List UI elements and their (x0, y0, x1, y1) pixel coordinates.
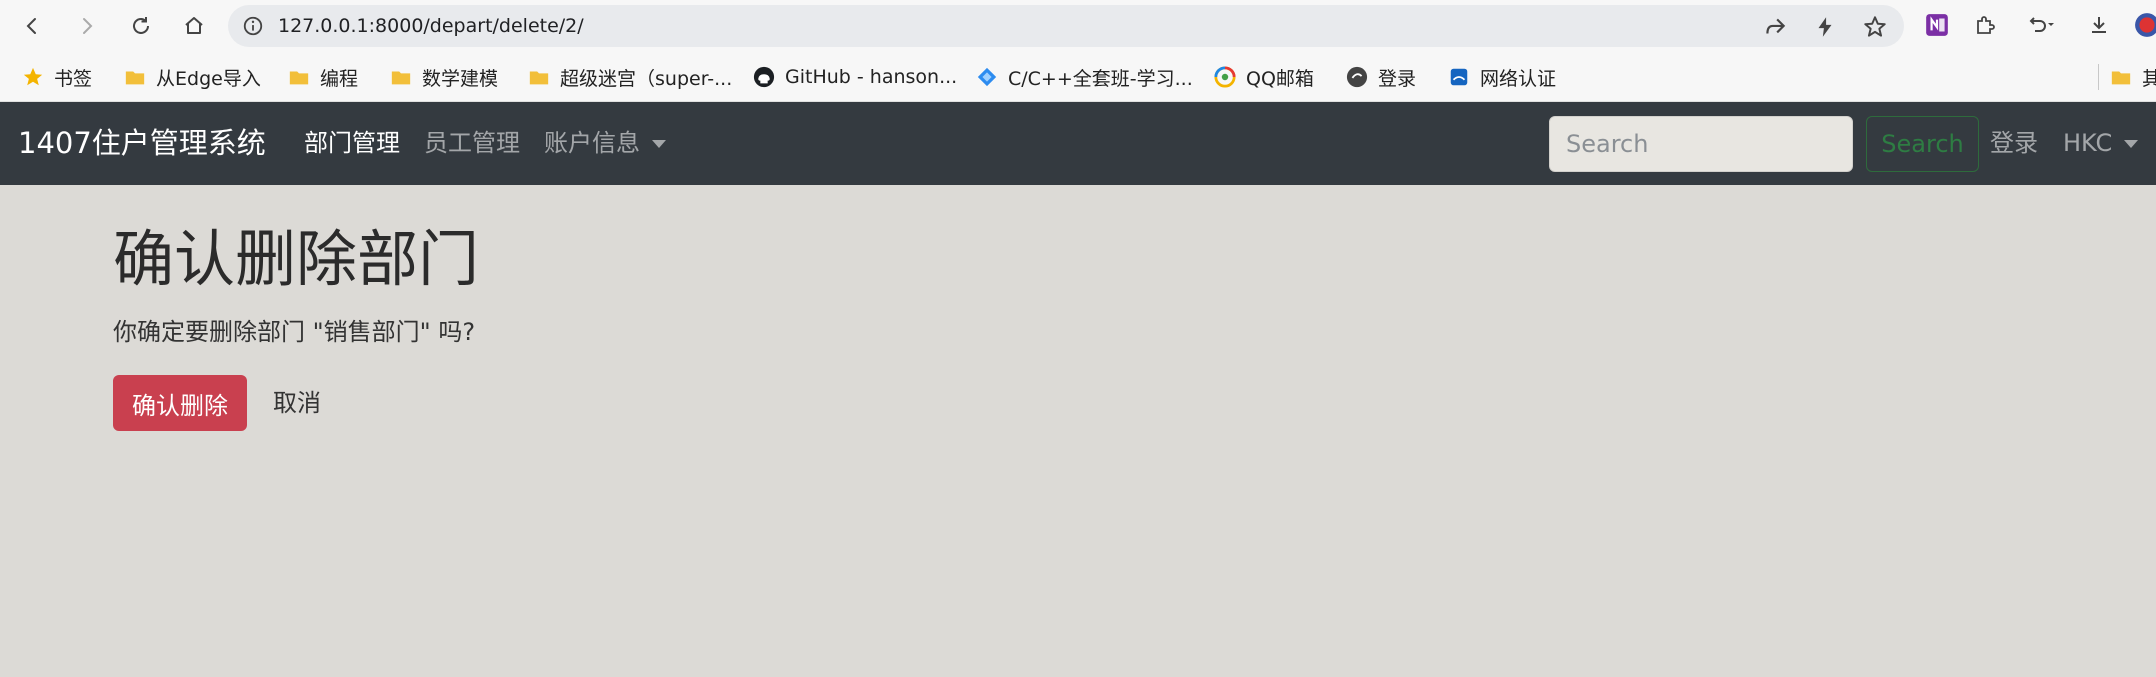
reload-icon (133, 17, 149, 34)
bookmark-label: 登录 (1378, 67, 1417, 90)
confirm-message: 你确定要删除部门 "销售部门" 吗? (113, 318, 476, 346)
home-button[interactable] (177, 9, 211, 43)
bookmark-folder[interactable]: 超级迷宫（super-... (528, 52, 732, 102)
caret-down-icon (652, 140, 666, 148)
folder-icon (2111, 71, 2131, 85)
bookmark-label: 书签 (54, 67, 93, 90)
confirm-delete-button[interactable]: 确认删除 (113, 375, 247, 431)
bookmark-item[interactable]: 书签 (22, 52, 92, 102)
home-icon (185, 17, 203, 34)
bookmark-item[interactable]: 登录 (1346, 52, 1416, 102)
share-icon[interactable] (1762, 14, 1788, 40)
nav-link-employees[interactable]: 员工管理 (424, 102, 520, 185)
cancel-link[interactable]: 取消 (273, 375, 321, 431)
bookmark-folder[interactable]: 从Edge导入 (124, 52, 261, 102)
search-input[interactable] (1549, 116, 1853, 172)
search-button[interactable]: Search (1866, 116, 1979, 172)
undo-dropdown-button[interactable] (2026, 10, 2056, 40)
url-text[interactable]: 127.0.0.1:8000/depart/delete/2/ (278, 5, 584, 47)
caret-down-icon (2124, 140, 2139, 148)
bookmark-item[interactable]: C/C++全套班-学习... (976, 52, 1193, 102)
download-button[interactable] (2084, 10, 2114, 40)
bookmark-label: GitHub - hanson... (785, 66, 958, 88)
brand-link[interactable]: 1407住户管理系统 (18, 102, 266, 185)
folder-icon (125, 71, 145, 85)
nav-dropdown-account[interactable]: 账户信息 (544, 102, 666, 185)
site-info-icon[interactable] (242, 15, 264, 37)
onenote-extension[interactable] (1922, 10, 1952, 40)
profile-avatar[interactable] (2132, 10, 2156, 40)
network-auth-icon (1450, 68, 1468, 86)
user-name: HKC (2063, 129, 2113, 157)
login-link[interactable]: 登录 (1990, 102, 2038, 185)
bookmark-label: 从Edge导入 (156, 67, 261, 90)
bookmark-item[interactable]: 网络认证 (1448, 52, 1556, 102)
site-navbar: 1407住户管理系统 部门管理 员工管理 账户信息 Search 登录 HKC (0, 102, 2156, 185)
favorite-star-icon[interactable] (1862, 14, 1888, 40)
diamond-icon (977, 67, 997, 87)
reload-button[interactable] (124, 9, 158, 43)
folder-icon (289, 71, 309, 85)
back-arrow-icon (26, 18, 36, 34)
nav-dropdown-label: 账户信息 (544, 129, 640, 157)
bookmark-label: 数学建模 (422, 67, 499, 90)
lightning-icon[interactable] (1812, 14, 1838, 40)
bookmark-label: 编程 (320, 67, 359, 90)
bookmark-item[interactable]: QQ邮箱 (1214, 52, 1314, 102)
bookmark-label: 超级迷宫（super-... (560, 67, 733, 90)
bookmark-label: 网络认证 (1480, 67, 1557, 90)
folder-icon (529, 71, 549, 85)
folder-icon (391, 71, 411, 85)
page-title: 确认删除部门 (113, 224, 480, 295)
extensions-button[interactable] (1970, 10, 2000, 40)
back-button[interactable] (15, 9, 49, 43)
bookmark-divider (2098, 64, 2099, 90)
avatar-icon (2135, 13, 2156, 37)
login-icon (1346, 66, 1368, 88)
bookmark-label: QQ邮箱 (1246, 67, 1314, 90)
star-icon (23, 67, 43, 86)
bookmark-folder[interactable]: 数学建模 (390, 52, 498, 102)
undo-icon (2029, 17, 2054, 32)
bookmark-folder-other[interactable]: 其 (2110, 52, 2156, 102)
bookmark-label: 其 (2142, 67, 2156, 90)
bookmark-folder[interactable]: 编程 (288, 52, 358, 102)
puzzle-icon (1977, 16, 1995, 34)
forward-button[interactable] (70, 9, 104, 43)
download-icon (2092, 17, 2106, 33)
bookmark-item[interactable]: GitHub - hanson... (753, 52, 957, 102)
address-bar[interactable]: 127.0.0.1:8000/depart/delete/2/ (228, 5, 1904, 47)
forward-arrow-icon (83, 18, 93, 34)
bookmarks-bar: 书签 从Edge导入 编程 数学建模 超级迷宫（super-... GitHub… (0, 52, 2156, 102)
qq-mail-icon (1214, 66, 1236, 88)
onenote-icon (1926, 14, 1948, 36)
bookmark-label: C/C++全套班-学习... (1008, 67, 1193, 90)
user-dropdown[interactable]: HKC (2063, 102, 2139, 185)
browser-toolbar: 127.0.0.1:8000/depart/delete/2/ (0, 0, 2156, 52)
github-icon (753, 66, 775, 88)
nav-link-departments[interactable]: 部门管理 (304, 102, 400, 185)
